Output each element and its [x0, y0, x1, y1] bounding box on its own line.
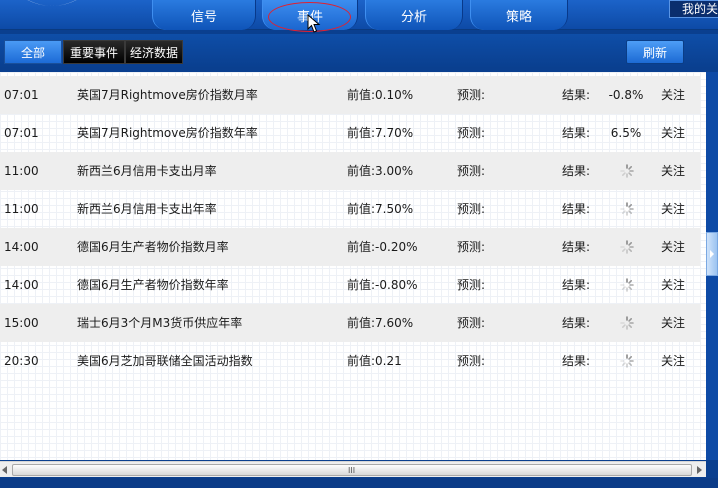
- event-list: 07:01 英国7月Rightmove房价指数月率 前值:0.10% 预测: 结…: [0, 72, 706, 460]
- grip-icon: III: [348, 466, 356, 475]
- event-forecast: 预测:: [457, 316, 486, 330]
- event-time: 20:30: [4, 354, 39, 368]
- event-previous: 前值:-0.20%: [347, 240, 418, 254]
- event-previous: 前值:7.60%: [347, 316, 414, 330]
- event-row: 07:01 英国7月Rightmove房价指数年率 前值:7.70% 预测: 结…: [0, 114, 700, 152]
- event-forecast: 预测:: [457, 88, 486, 102]
- tab-strategy-label: 策略: [505, 9, 532, 25]
- filter-important-events-button[interactable]: 重要事件: [63, 40, 125, 64]
- bottom-strip: [0, 478, 718, 488]
- mouse-cursor-icon: [307, 14, 321, 33]
- event-title: 德国6月生产者物价指数月率: [77, 240, 229, 254]
- event-time: 07:01: [4, 88, 39, 102]
- event-row: 11:00 新西兰6月信用卡支出年率 前值:7.50% 预测: 结果: 关注: [0, 190, 700, 228]
- follow-button[interactable]: 关注: [661, 228, 685, 266]
- event-time: 07:01: [4, 126, 39, 140]
- event-result-label: 结果:: [562, 316, 591, 330]
- event-row: 15:00 瑞士6月3个月M3货币供应年率 前值:7.60% 预测: 结果: 关…: [0, 304, 700, 342]
- event-result-label: 结果:: [562, 354, 591, 368]
- event-result-label: 结果:: [562, 278, 591, 292]
- event-previous: 前值:7.50%: [347, 202, 414, 216]
- event-forecast: 预测:: [457, 240, 486, 254]
- horizontal-scrollbar[interactable]: III: [0, 461, 706, 477]
- event-row: 11:00 新西兰6月信用卡支出月率 前值:3.00% 预测: 结果: 关注: [0, 152, 700, 190]
- event-previous: 前值:0.10%: [347, 88, 414, 102]
- event-time: 14:00: [4, 240, 39, 254]
- event-result-value: -0.8%: [608, 88, 644, 102]
- follow-button[interactable]: 关注: [661, 190, 685, 228]
- event-title: 德国6月生产者物价指数年率: [77, 278, 229, 292]
- loading-spinner-icon: [620, 202, 634, 216]
- event-result-label: 结果:: [562, 164, 591, 178]
- event-title: 美国6月芝加哥联储全国活动指数: [77, 354, 253, 368]
- filter-toolbar: 全部 重要事件 经济数据 刷新: [0, 34, 718, 68]
- follow-button[interactable]: 关注: [661, 342, 685, 380]
- loading-spinner-icon: [620, 316, 634, 330]
- follow-button[interactable]: 关注: [661, 114, 685, 152]
- loading-spinner-icon: [620, 240, 634, 254]
- event-time: 15:00: [4, 316, 39, 330]
- side-panel-toggle[interactable]: [706, 232, 718, 276]
- event-row: 14:00 德国6月生产者物价指数年率 前值:-0.80% 预测: 结果: 关注: [0, 266, 700, 304]
- event-result-value: 6.5%: [610, 126, 642, 140]
- tab-analysis[interactable]: 分析: [365, 0, 463, 30]
- event-result-label: 结果:: [562, 126, 591, 140]
- follow-button[interactable]: 关注: [661, 152, 685, 190]
- event-title: 新西兰6月信用卡支出月率: [77, 164, 217, 178]
- event-row: 20:30 美国6月芝加哥联储全国活动指数 前值:0.21 预测: 结果: 关注: [0, 342, 700, 380]
- refresh-button[interactable]: 刷新: [626, 40, 684, 64]
- event-forecast: 预测:: [457, 278, 486, 292]
- event-previous: 前值:7.70%: [347, 126, 414, 140]
- event-title: 新西兰6月信用卡支出年率: [77, 202, 217, 216]
- scrollbar-thumb[interactable]: III: [12, 464, 692, 476]
- filter-all-button[interactable]: 全部: [4, 40, 62, 64]
- follow-button[interactable]: 关注: [661, 76, 685, 114]
- event-time: 11:00: [4, 202, 39, 216]
- event-title: 英国7月Rightmove房价指数年率: [77, 126, 258, 140]
- tab-analysis-label: 分析: [400, 9, 427, 25]
- event-result-label: 结果:: [562, 88, 591, 102]
- tab-signals-label: 信号: [190, 9, 217, 25]
- event-forecast: 预测:: [457, 202, 486, 216]
- tab-strategy[interactable]: 策略: [470, 0, 568, 30]
- event-title: 英国7月Rightmove房价指数月率: [77, 88, 258, 102]
- loading-spinner-icon: [620, 164, 634, 178]
- event-result-label: 结果:: [562, 202, 591, 216]
- my-follow-button[interactable]: 我的关: [669, 0, 718, 18]
- event-forecast: 预测:: [457, 126, 486, 140]
- follow-button[interactable]: 关注: [661, 266, 685, 304]
- top-nav-bar: 信号 事件 分析 策略 我的关: [0, 0, 718, 30]
- event-previous: 前值:3.00%: [347, 164, 414, 178]
- event-forecast: 预测:: [457, 164, 486, 178]
- loading-spinner-icon: [620, 354, 634, 368]
- scroll-right-arrow-icon[interactable]: [697, 466, 702, 474]
- follow-button[interactable]: 关注: [661, 304, 685, 342]
- scroll-left-arrow-icon[interactable]: [2, 466, 7, 474]
- event-time: 14:00: [4, 278, 39, 292]
- event-previous: 前值:0.21: [347, 354, 402, 368]
- event-time: 11:00: [4, 164, 39, 178]
- loading-spinner-icon: [620, 278, 634, 292]
- event-title: 瑞士6月3个月M3货币供应年率: [77, 316, 243, 330]
- event-previous: 前值:-0.80%: [347, 278, 418, 292]
- filter-economic-data-button[interactable]: 经济数据: [125, 40, 183, 64]
- chevron-right-icon: [710, 250, 714, 258]
- event-result-label: 结果:: [562, 240, 591, 254]
- event-row: 14:00 德国6月生产者物价指数月率 前值:-0.20% 预测: 结果: 关注: [0, 228, 700, 266]
- logo-icon: [27, 0, 77, 6]
- tab-signals[interactable]: 信号: [152, 0, 256, 30]
- event-row: 07:01 英国7月Rightmove房价指数月率 前值:0.10% 预测: 结…: [0, 76, 700, 114]
- event-forecast: 预测:: [457, 354, 486, 368]
